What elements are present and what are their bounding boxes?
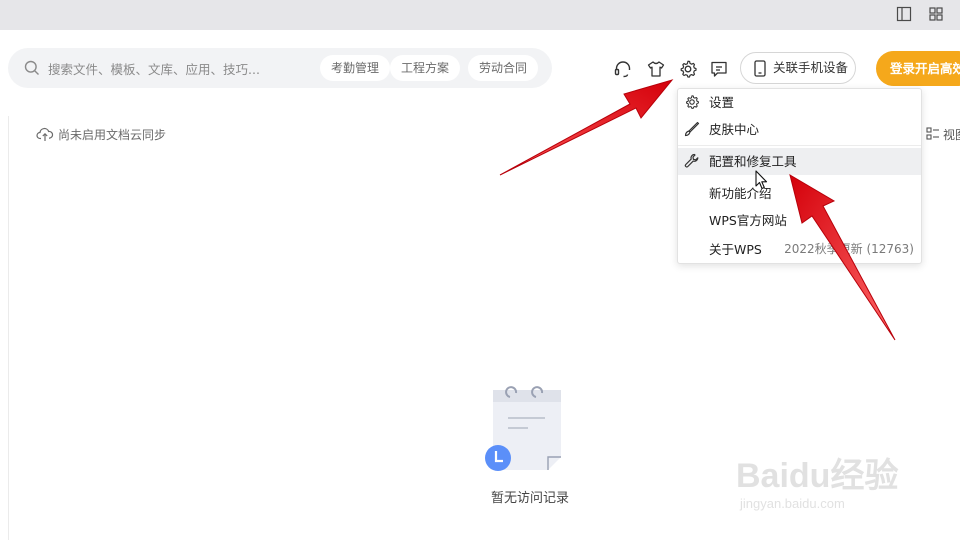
brush-icon — [684, 121, 700, 137]
title-bar — [0, 0, 960, 30]
tshirt-skin-icon[interactable] — [646, 59, 666, 79]
menu-item-label: 皮肤中心 — [709, 122, 760, 137]
link-phone-device-button[interactable]: 关联手机设备 — [740, 52, 856, 84]
search-chip-engineering[interactable]: 工程方案 — [390, 55, 461, 81]
menu-separator — [678, 145, 921, 146]
menu-item-new-features[interactable]: 新功能介绍 — [678, 180, 921, 207]
cloud-sync-status[interactable]: 尚未启用文档云同步 — [36, 126, 166, 143]
menu-item-official-website[interactable]: WPS官方网站 — [678, 207, 921, 234]
clock-badge-icon — [485, 445, 511, 471]
baidu-watermark: Baidu经验 jingyan.baidu.com — [734, 430, 914, 530]
menu-item-skin-center[interactable]: 皮肤中心 — [678, 116, 921, 143]
list-view-icon — [926, 127, 939, 140]
version-label: 2022秋季更新 (12763) — [784, 242, 914, 256]
link-phone-device-label: 关联手机设备 — [773, 60, 849, 75]
settings-dropdown-menu: 设置 皮肤中心 配置和修复工具 新功能介绍 WPS官方网站 关于WPS 2022… — [677, 88, 922, 264]
settings-gear-icon[interactable] — [678, 59, 698, 79]
menu-item-label: WPS官方网站 — [709, 213, 787, 228]
menu-item-label: 配置和修复工具 — [709, 154, 797, 169]
search-chip-labor-contract[interactable]: 劳动合同 — [468, 55, 539, 81]
view-toggle[interactable]: 视图 — [926, 126, 960, 143]
feedback-message-icon[interactable] — [709, 59, 729, 79]
search-bar[interactable]: 搜索文件、模板、文库、应用、技巧... 考勤管理 工程方案 劳动合同 — [8, 48, 552, 88]
empty-notebook-illustration — [485, 386, 561, 471]
menu-item-config-repair-tool[interactable]: 配置和修复工具 — [678, 148, 921, 175]
gear-icon — [686, 95, 699, 109]
menu-item-label: 设置 — [709, 95, 735, 110]
menu-item-label: 关于WPS — [709, 242, 762, 257]
login-button[interactable]: 登录开启高效 — [876, 51, 960, 86]
sidebar-layout-icon[interactable] — [896, 6, 912, 22]
cloud-sync-text: 尚未启用文档云同步 — [58, 128, 167, 142]
search-chip-attendance[interactable]: 考勤管理 — [320, 55, 391, 81]
mobile-phone-icon — [754, 60, 766, 77]
watermark-brand: Baidu经验 — [736, 457, 899, 495]
cloud-upload-icon — [36, 127, 54, 141]
empty-state-label: 暂无访问记录 — [490, 491, 569, 506]
search-input[interactable]: 搜索文件、模板、文库、应用、技巧... — [48, 59, 260, 78]
menu-item-settings[interactable]: 设置 — [678, 89, 921, 116]
wrench-icon — [684, 153, 699, 168]
headset-icon[interactable] — [613, 59, 633, 79]
watermark-url: jingyan.baidu.com — [740, 496, 845, 511]
empty-state: 暂无访问记录 — [470, 380, 590, 520]
search-icon — [24, 60, 39, 75]
mouse-cursor-icon — [755, 170, 768, 190]
grid-apps-icon[interactable] — [928, 6, 944, 22]
menu-item-about-wps[interactable]: 关于WPS 2022秋季更新 (12763) — [678, 236, 921, 263]
left-divider — [8, 116, 9, 540]
